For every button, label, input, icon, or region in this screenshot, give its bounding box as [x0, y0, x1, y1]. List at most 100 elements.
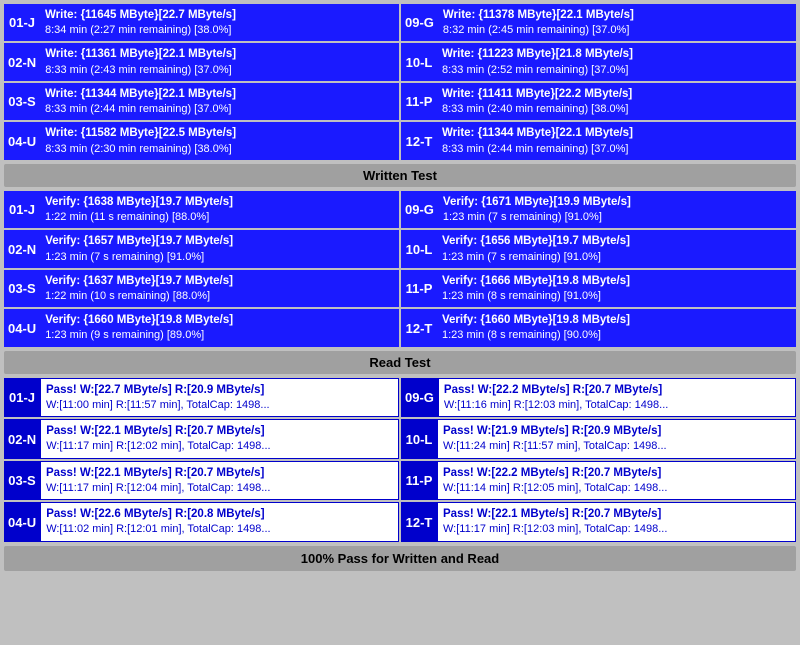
read-left-col-4: 04-U Pass! W:[22.6 MByte/s] R:[20.8 MByt…	[4, 502, 399, 541]
drive-label-10l-read: 10-L	[401, 419, 437, 458]
drive-info-12t-write: Write: {11344 MByte}[22.1 MByte/s] 8:33 …	[437, 122, 796, 159]
drive-label-03s-write: 03-S	[4, 83, 40, 120]
drive-info-02n-write: Write: {11361 MByte}[22.1 MByte/s] 8:33 …	[40, 43, 399, 80]
drive-line2-01j-verify: 1:22 min (11 s remaining) [88.0%]	[45, 210, 394, 225]
drive-label-12t-read: 12-T	[401, 502, 437, 541]
drive-info-11p-write: Write: {11411 MByte}[22.2 MByte/s] 8:33 …	[437, 83, 796, 120]
drive-label-04u-read: 04-U	[4, 502, 40, 541]
drive-line1-02n-write: Write: {11361 MByte}[22.1 MByte/s]	[45, 46, 394, 62]
drive-label-09g-verify: 09-G	[401, 191, 438, 228]
drive-line1-04u-verify: Verify: {1660 MByte}[19.8 MByte/s]	[45, 312, 394, 328]
drive-cell-04u-read: 04-U Pass! W:[22.6 MByte/s] R:[20.8 MByt…	[4, 502, 399, 541]
drive-line1-09g-verify: Verify: {1671 MByte}[19.9 MByte/s]	[443, 194, 791, 210]
drive-line1-03s-verify: Verify: {1637 MByte}[19.7 MByte/s]	[45, 273, 394, 289]
drive-cell-03s-verify: 03-S Verify: {1637 MByte}[19.7 MByte/s] …	[4, 270, 399, 307]
drive-line2-03s-read: W:[11:17 min] R:[12:04 min], TotalCap: 1…	[46, 481, 393, 496]
drive-info-10l-read: Pass! W:[21.9 MByte/s] R:[20.9 MByte/s] …	[437, 419, 796, 458]
drive-line1-09g-read: Pass! W:[22.2 MByte/s] R:[20.7 MByte/s]	[444, 382, 790, 398]
verify-left-col-1: 01-J Verify: {1638 MByte}[19.7 MByte/s] …	[4, 191, 399, 228]
drive-line1-01j-verify: Verify: {1638 MByte}[19.7 MByte/s]	[45, 194, 394, 210]
drive-info-12t-verify: Verify: {1660 MByte}[19.8 MByte/s] 1:23 …	[437, 309, 796, 346]
write-grid-row2: 02-N Write: {11361 MByte}[22.1 MByte/s] …	[4, 43, 796, 80]
drive-cell-02n-verify: 02-N Verify: {1657 MByte}[19.7 MByte/s] …	[4, 230, 399, 267]
drive-cell-02n-write: 02-N Write: {11361 MByte}[22.1 MByte/s] …	[4, 43, 399, 80]
drive-line1-10l-read: Pass! W:[21.9 MByte/s] R:[20.9 MByte/s]	[443, 423, 790, 439]
drive-cell-10l-read: 10-L Pass! W:[21.9 MByte/s] R:[20.9 MByt…	[401, 419, 796, 458]
drive-cell-01j-write: 01-J Write: {11645 MByte}[22.7 MByte/s] …	[4, 4, 399, 41]
write-right-col: 09-G Write: {11378 MByte}[22.1 MByte/s] …	[401, 4, 796, 41]
drive-line2-04u-verify: 1:23 min (9 s remaining) [89.0%]	[45, 328, 394, 343]
write-left-col: 01-J Write: {11645 MByte}[22.7 MByte/s] …	[4, 4, 399, 41]
verify-section: 01-J Verify: {1638 MByte}[19.7 MByte/s] …	[4, 191, 796, 347]
drive-label-02n-read: 02-N	[4, 419, 40, 458]
read-grid-row1: 01-J Pass! W:[22.7 MByte/s] R:[20.9 MByt…	[4, 378, 796, 417]
drive-label-02n-write: 02-N	[4, 43, 40, 80]
read-left-col-1: 01-J Pass! W:[22.7 MByte/s] R:[20.9 MByt…	[4, 378, 399, 417]
verify-grid-row4: 04-U Verify: {1660 MByte}[19.8 MByte/s] …	[4, 309, 796, 346]
drive-line1-01j-read: Pass! W:[22.7 MByte/s] R:[20.9 MByte/s]	[46, 382, 393, 398]
drive-info-11p-read: Pass! W:[22.2 MByte/s] R:[20.7 MByte/s] …	[437, 461, 796, 500]
drive-line1-02n-read: Pass! W:[22.1 MByte/s] R:[20.7 MByte/s]	[46, 423, 393, 439]
drive-info-02n-verify: Verify: {1657 MByte}[19.7 MByte/s] 1:23 …	[40, 230, 399, 267]
drive-label-11p-verify: 11-P	[401, 270, 437, 307]
drive-label-12t-verify: 12-T	[401, 309, 437, 346]
drive-cell-12t-read: 12-T Pass! W:[22.1 MByte/s] R:[20.7 MByt…	[401, 502, 796, 541]
drive-label-11p-read: 11-P	[401, 461, 437, 500]
drive-cell-01j-read: 01-J Pass! W:[22.7 MByte/s] R:[20.9 MByt…	[4, 378, 399, 417]
drive-cell-09g-write: 09-G Write: {11378 MByte}[22.1 MByte/s] …	[401, 4, 796, 41]
drive-info-09g-verify: Verify: {1671 MByte}[19.9 MByte/s] 1:23 …	[438, 191, 796, 228]
drive-line2-11p-verify: 1:23 min (8 s remaining) [91.0%]	[442, 289, 791, 304]
verify-right-col-1: 09-G Verify: {1671 MByte}[19.9 MByte/s] …	[401, 191, 796, 228]
drive-cell-04u-write: 04-U Write: {11582 MByte}[22.5 MByte/s] …	[4, 122, 399, 159]
drive-label-01j-verify: 01-J	[4, 191, 40, 228]
drive-label-11p-write: 11-P	[401, 83, 437, 120]
write-section: 01-J Write: {11645 MByte}[22.7 MByte/s] …	[4, 4, 796, 160]
drive-line2-10l-read: W:[11:24 min] R:[11:57 min], TotalCap: 1…	[443, 439, 790, 454]
write-grid: 01-J Write: {11645 MByte}[22.7 MByte/s] …	[4, 4, 796, 41]
drive-cell-09g-verify: 09-G Verify: {1671 MByte}[19.9 MByte/s] …	[401, 191, 796, 228]
drive-info-03s-read: Pass! W:[22.1 MByte/s] R:[20.7 MByte/s] …	[40, 461, 399, 500]
drive-info-01j-read: Pass! W:[22.7 MByte/s] R:[20.9 MByte/s] …	[40, 378, 399, 417]
drive-line1-03s-write: Write: {11344 MByte}[22.1 MByte/s]	[45, 86, 394, 102]
drive-line2-09g-read: W:[11:16 min] R:[12:03 min], TotalCap: 1…	[444, 398, 790, 413]
drive-line1-12t-read: Pass! W:[22.1 MByte/s] R:[20.7 MByte/s]	[443, 506, 790, 522]
drive-line2-03s-write: 8:33 min (2:44 min remaining) [37.0%]	[45, 102, 394, 117]
read-right-col-2: 10-L Pass! W:[21.9 MByte/s] R:[20.9 MByt…	[401, 419, 796, 458]
read-grid-row4: 04-U Pass! W:[22.6 MByte/s] R:[20.8 MByt…	[4, 502, 796, 541]
drive-cell-11p-read: 11-P Pass! W:[22.2 MByte/s] R:[20.7 MByt…	[401, 461, 796, 500]
drive-line2-10l-write: 8:33 min (2:52 min remaining) [37.0%]	[442, 63, 791, 78]
drive-label-04u-write: 04-U	[4, 122, 40, 159]
drive-line1-01j-write: Write: {11645 MByte}[22.7 MByte/s]	[45, 7, 394, 23]
drive-info-04u-read: Pass! W:[22.6 MByte/s] R:[20.8 MByte/s] …	[40, 502, 399, 541]
drive-cell-11p-write: 11-P Write: {11411 MByte}[22.2 MByte/s] …	[401, 83, 796, 120]
read-right-col-1: 09-G Pass! W:[22.2 MByte/s] R:[20.7 MByt…	[401, 378, 796, 417]
read-grid-row3: 03-S Pass! W:[22.1 MByte/s] R:[20.7 MByt…	[4, 461, 796, 500]
drive-label-03s-read: 03-S	[4, 461, 40, 500]
drive-line1-12t-write: Write: {11344 MByte}[22.1 MByte/s]	[442, 125, 791, 141]
drive-line2-01j-read: W:[11:00 min] R:[11:57 min], TotalCap: 1…	[46, 398, 393, 413]
write-left-col-3: 03-S Write: {11344 MByte}[22.1 MByte/s] …	[4, 83, 399, 120]
written-test-header: Written Test	[4, 164, 796, 187]
verify-right-col-4: 12-T Verify: {1660 MByte}[19.8 MByte/s] …	[401, 309, 796, 346]
verify-right-col-3: 11-P Verify: {1666 MByte}[19.8 MByte/s] …	[401, 270, 796, 307]
drive-cell-03s-write: 03-S Write: {11344 MByte}[22.1 MByte/s] …	[4, 83, 399, 120]
drive-label-04u-verify: 04-U	[4, 309, 40, 346]
drive-line2-12t-write: 8:33 min (2:44 min remaining) [37.0%]	[442, 142, 791, 157]
drive-line1-02n-verify: Verify: {1657 MByte}[19.7 MByte/s]	[45, 233, 394, 249]
drive-line2-12t-read: W:[11:17 min] R:[12:03 min], TotalCap: 1…	[443, 522, 790, 537]
drive-label-12t-write: 12-T	[401, 122, 437, 159]
verify-grid-row3: 03-S Verify: {1637 MByte}[19.7 MByte/s] …	[4, 270, 796, 307]
drive-info-03s-write: Write: {11344 MByte}[22.1 MByte/s] 8:33 …	[40, 83, 399, 120]
write-right-col-4: 12-T Write: {11344 MByte}[22.1 MByte/s] …	[401, 122, 796, 159]
drive-info-10l-write: Write: {11223 MByte}[21.8 MByte/s] 8:33 …	[437, 43, 796, 80]
drive-info-04u-write: Write: {11582 MByte}[22.5 MByte/s] 8:33 …	[40, 122, 399, 159]
drive-line1-11p-verify: Verify: {1666 MByte}[19.8 MByte/s]	[442, 273, 791, 289]
drive-info-10l-verify: Verify: {1656 MByte}[19.7 MByte/s] 1:23 …	[437, 230, 796, 267]
drive-label-03s-verify: 03-S	[4, 270, 40, 307]
drive-info-03s-verify: Verify: {1637 MByte}[19.7 MByte/s] 1:22 …	[40, 270, 399, 307]
drive-line2-02n-read: W:[11:17 min] R:[12:02 min], TotalCap: 1…	[46, 439, 393, 454]
drive-line2-04u-write: 8:33 min (2:30 min remaining) [38.0%]	[45, 142, 394, 157]
write-left-col-2: 02-N Write: {11361 MByte}[22.1 MByte/s] …	[4, 43, 399, 80]
drive-line1-04u-write: Write: {11582 MByte}[22.5 MByte/s]	[45, 125, 394, 141]
verify-left-col-4: 04-U Verify: {1660 MByte}[19.8 MByte/s] …	[4, 309, 399, 346]
